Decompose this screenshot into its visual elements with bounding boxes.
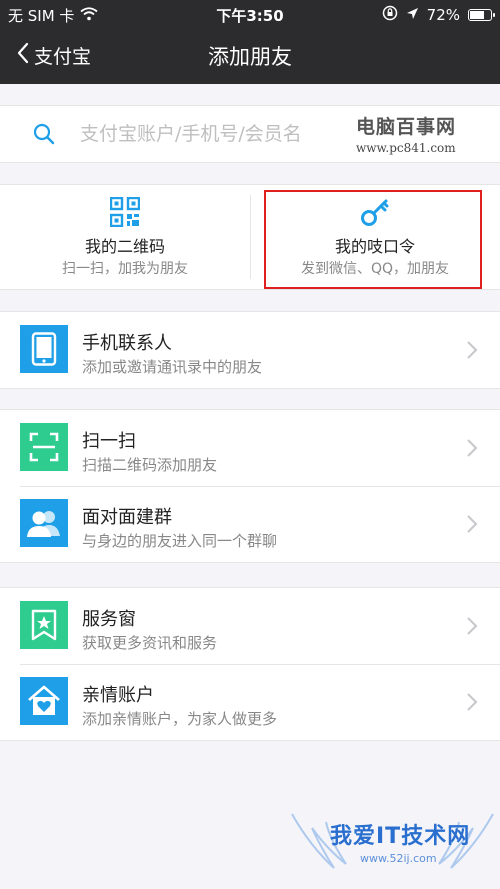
- battery-percent: 72%: [426, 6, 460, 24]
- service-window-icon: [20, 601, 68, 649]
- watermark-top-url: www.pc841.com: [356, 141, 456, 155]
- battery-fill: [470, 11, 484, 19]
- search-bar: 电脑百事网 www.pc841.com: [0, 105, 500, 163]
- chevron-right-icon: [466, 514, 478, 538]
- list-item-phone-contacts[interactable]: 手机联系人 添加或邀请通讯录中的朋友: [0, 312, 500, 388]
- list-item-service-window[interactable]: 服务窗 获取更多资讯和服务: [0, 588, 500, 664]
- group-icon: [20, 499, 68, 547]
- page-title: 添加朋友: [208, 45, 292, 69]
- list-item-title: 扫一扫: [82, 431, 136, 452]
- list-group-contacts: 手机联系人 添加或邀请通讯录中的朋友: [0, 311, 500, 389]
- list-item-title: 手机联系人: [82, 333, 172, 354]
- chevron-right-icon: [466, 692, 478, 716]
- battery-icon: [468, 9, 495, 21]
- search-icon: [32, 122, 56, 150]
- list-group-scan: 扫一扫 扫描二维码添加朋友 面对面建群 与身边的朋友进入同一个群聊: [0, 409, 500, 563]
- list-item-subtitle: 扫描二维码添加朋友: [82, 456, 218, 474]
- list-item-family-account[interactable]: 亲情账户 添加亲情账户，为家人做更多: [0, 664, 500, 740]
- list-item-subtitle: 与身边的朋友进入同一个群聊: [82, 532, 278, 550]
- my-qr-code-card[interactable]: 我的二维码 扫一扫，加我为朋友: [0, 185, 250, 289]
- list-item-title: 亲情账户: [82, 685, 154, 706]
- rotation-lock-icon: [382, 5, 398, 25]
- search-input[interactable]: [80, 119, 360, 149]
- qr-code-icon: [109, 196, 141, 228]
- list-item-title: 面对面建群: [82, 507, 172, 528]
- watermark-logo-top: 电脑百事网 www.pc841.com: [356, 112, 456, 155]
- list-group-services: 服务窗 获取更多资讯和服务 亲情账户 添加亲情账户，为家人做更多: [0, 587, 500, 741]
- scan-icon: [20, 423, 68, 471]
- list-item-scan[interactable]: 扫一扫 扫描二维码添加朋友: [0, 410, 500, 486]
- watermark-bottom-title: 我爱IT技术网: [330, 824, 471, 849]
- top-bar: 无 SIM 卡 下午3:50 72% 支付宝 添加朋友: [0, 0, 500, 84]
- watermark-top-title: 电脑百事网: [356, 116, 457, 138]
- location-arrow-icon: [406, 6, 419, 24]
- status-bar: 无 SIM 卡 下午3:50 72%: [0, 0, 500, 28]
- chevron-right-icon: [466, 340, 478, 364]
- list-item-subtitle: 获取更多资讯和服务: [82, 634, 218, 652]
- navigation-bar: 支付宝 添加朋友: [0, 28, 500, 84]
- chevron-right-icon: [466, 616, 478, 640]
- family-home-icon: [20, 677, 68, 725]
- phone-icon: [20, 325, 68, 373]
- highlight-annotation-box: [264, 190, 482, 289]
- watermark-bottom-url: www.52ij.com: [360, 852, 437, 865]
- list-item-title: 服务窗: [82, 609, 136, 630]
- chevron-right-icon: [466, 438, 478, 462]
- my-qr-code-title: 我的二维码: [84, 237, 165, 256]
- list-item-face-to-face-group[interactable]: 面对面建群 与身边的朋友进入同一个群聊: [0, 486, 500, 562]
- my-qr-code-subtitle: 扫一扫，加我为朋友: [62, 261, 188, 277]
- list-item-subtitle: 添加或邀请通讯录中的朋友: [82, 358, 263, 376]
- watermark-logo-bottom: 我爱IT技术网 www.52ij.com: [290, 806, 495, 886]
- list-item-subtitle: 添加亲情账户，为家人做更多: [82, 710, 278, 728]
- status-right: 72%: [382, 5, 495, 25]
